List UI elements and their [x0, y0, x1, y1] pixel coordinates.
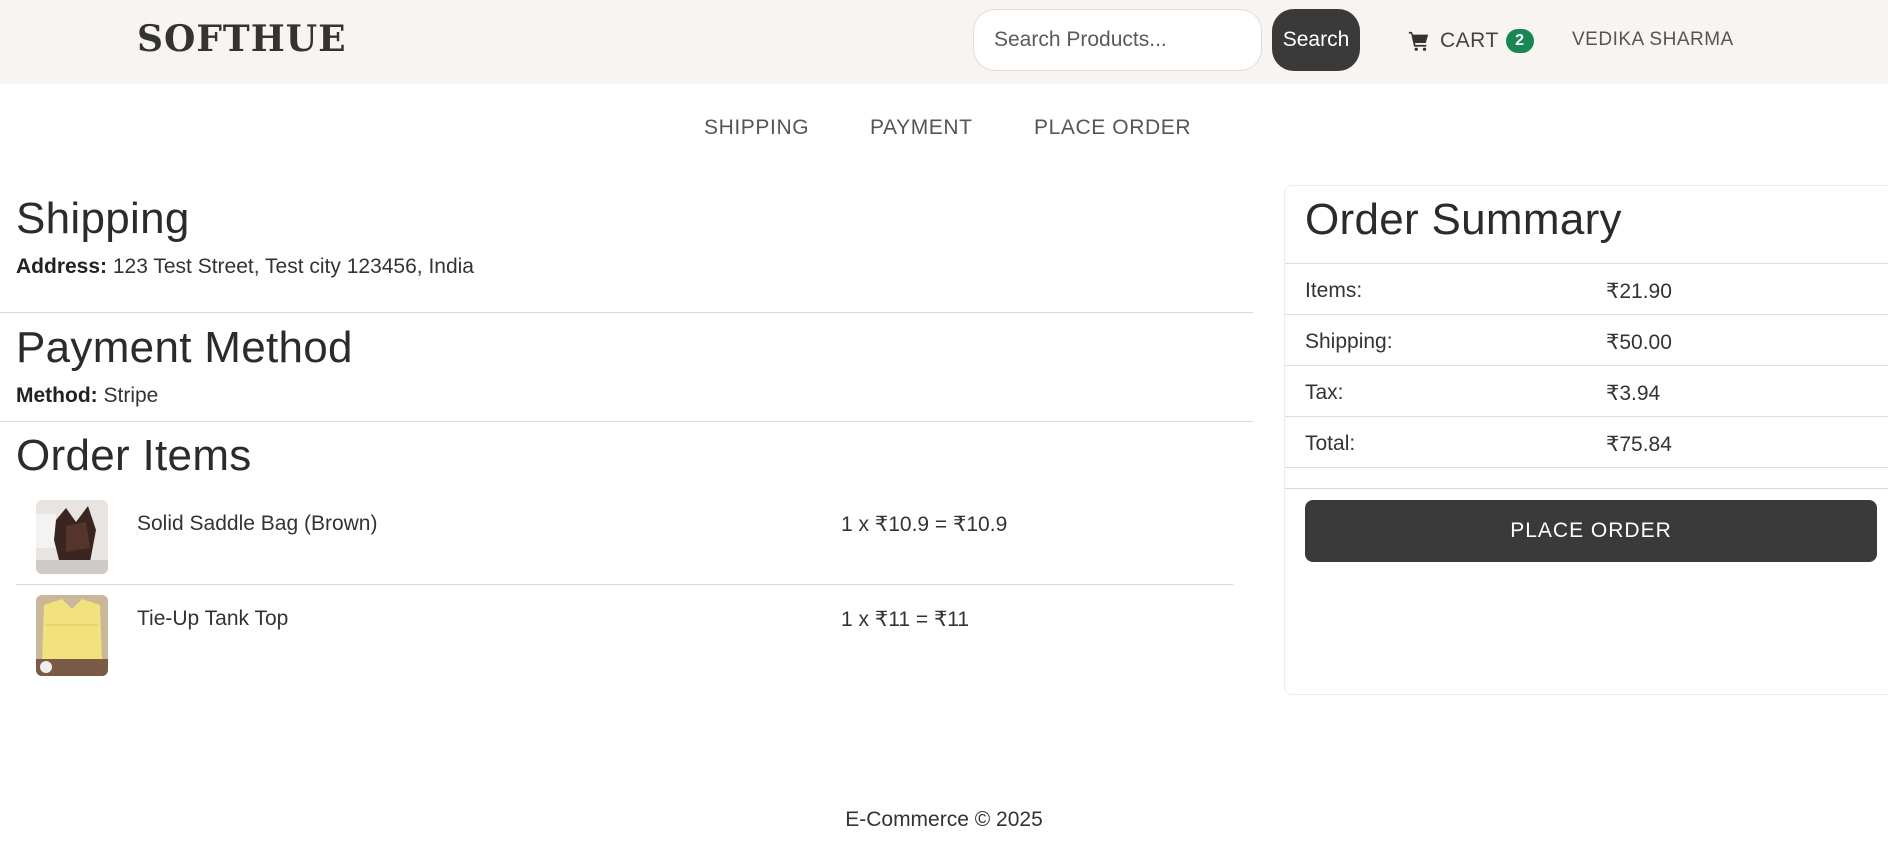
order-item: Solid Saddle Bag (Brown) 1 x ₹10.9 = ₹10…: [16, 500, 1233, 584]
item-divider: [16, 584, 1233, 585]
user-menu[interactable]: VEDIKA SHARMA: [1572, 29, 1734, 51]
address-value: 123 Test Street, Test city 123456, India: [107, 255, 474, 278]
cart-label: CART: [1440, 29, 1499, 52]
checkout-steps: SHIPPING PAYMENT PLACE ORDER: [0, 116, 1888, 146]
cart-count-badge: 2: [1505, 29, 1534, 53]
section-divider: [0, 312, 1253, 313]
step-place-order[interactable]: PLACE ORDER: [1034, 116, 1191, 140]
payment-heading: Payment Method: [16, 323, 353, 372]
step-payment[interactable]: PAYMENT: [870, 116, 973, 140]
summary-value: ₹3.94: [1606, 382, 1661, 405]
cart-link[interactable]: CART 2: [1408, 26, 1534, 56]
summary-value: ₹50.00: [1606, 331, 1672, 354]
item-price-calc: 1 x ₹10.9 = ₹10.9: [841, 513, 1008, 536]
brand-logo[interactable]: SOFTHUE: [137, 18, 347, 60]
summary-value: ₹75.84: [1606, 433, 1672, 456]
order-summary-card: Order Summary Items: ₹21.90 Shipping: ₹5…: [1284, 185, 1888, 695]
footer-copyright: E-Commerce © 2025: [845, 808, 1043, 831]
summary-label: Tax:: [1305, 381, 1344, 404]
summary-row-items: Items: ₹21.90: [1285, 263, 1888, 314]
item-price-calc: 1 x ₹11 = ₹11: [841, 608, 970, 631]
payment-method: Method: Stripe: [16, 384, 158, 408]
shipping-address: Address: 123 Test Street, Test city 1234…: [16, 255, 474, 279]
method-label: Method:: [16, 384, 98, 407]
order-items-heading: Order Items: [16, 431, 252, 480]
place-order-button[interactable]: PLACE ORDER: [1305, 500, 1877, 562]
summary-row-spacer: [1285, 467, 1888, 488]
summary-label: Shipping:: [1305, 330, 1393, 353]
summary-row-shipping: Shipping: ₹50.00: [1285, 314, 1888, 365]
summary-divider: [1285, 488, 1888, 489]
address-label: Address:: [16, 255, 108, 278]
section-divider: [0, 421, 1253, 422]
item-name[interactable]: Solid Saddle Bag (Brown): [137, 512, 377, 536]
summary-row-total: Total: ₹75.84: [1285, 416, 1888, 467]
top-navbar: SOFTHUE Search CART 2 VEDIKA SHARMA: [0, 0, 1888, 84]
product-thumbnail-tank-top[interactable]: [36, 595, 108, 676]
order-item: Tie-Up Tank Top 1 x ₹11 = ₹11: [16, 595, 1233, 679]
search-input[interactable]: [973, 9, 1262, 71]
product-thumbnail-saddle-bag[interactable]: [36, 500, 108, 574]
shipping-heading: Shipping: [16, 194, 190, 243]
order-summary-heading: Order Summary: [1305, 195, 1622, 244]
method-value: Stripe: [97, 384, 159, 407]
search-button[interactable]: Search: [1272, 9, 1360, 71]
step-shipping[interactable]: SHIPPING: [704, 116, 809, 140]
item-name[interactable]: Tie-Up Tank Top: [137, 607, 288, 631]
summary-row-tax: Tax: ₹3.94: [1285, 365, 1888, 416]
cart-icon: [1408, 31, 1429, 51]
summary-label: Items:: [1305, 279, 1363, 302]
summary-label: Total:: [1305, 432, 1356, 455]
summary-value: ₹21.90: [1606, 280, 1672, 303]
